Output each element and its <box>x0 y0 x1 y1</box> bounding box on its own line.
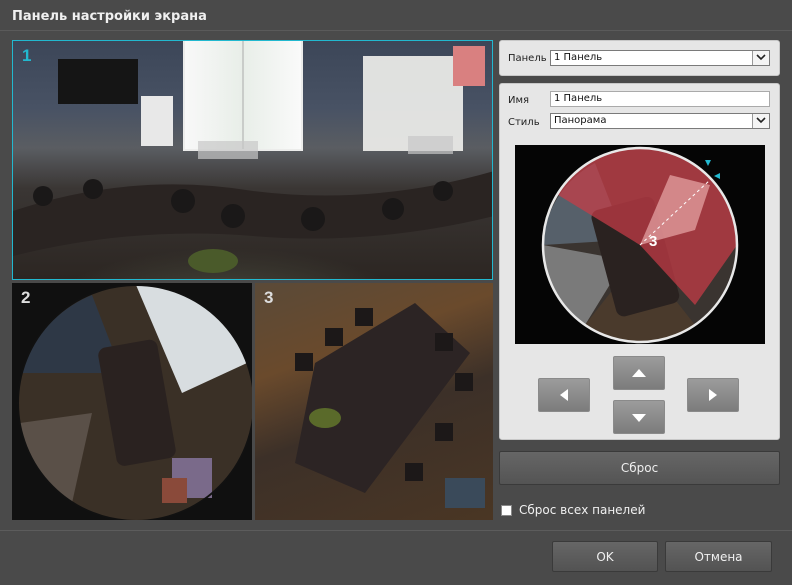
arrow-up-icon <box>632 368 646 377</box>
video-panel-2[interactable]: 2 <box>12 283 252 520</box>
panel-label: Панель <box>508 53 547 64</box>
panel-number-2: 2 <box>21 288 31 307</box>
panel-dropdown-value: 1 Панель <box>554 52 603 63</box>
panel-settings-group: Имя 1 Панель Стиль Панорама 3 <box>499 83 780 440</box>
pan-left-button[interactable] <box>538 378 590 412</box>
pan-down-button[interactable] <box>613 400 665 434</box>
pan-up-button[interactable] <box>613 356 665 390</box>
name-input-value: 1 Панель <box>554 93 603 104</box>
panel-select-group: Панель 1 Панель <box>499 40 780 76</box>
chevron-down-icon <box>752 114 769 128</box>
style-label: Стиль <box>508 117 540 128</box>
cancel-button[interactable]: Отмена <box>665 541 772 572</box>
style-dropdown[interactable]: Панорама <box>550 113 770 129</box>
panel-number-3: 3 <box>264 288 274 307</box>
preview-overlay-number: 3 <box>649 233 657 250</box>
title-divider <box>0 30 792 31</box>
pan-right-button[interactable] <box>687 378 739 412</box>
reset-all-label[interactable]: Сброс всех панелей <box>519 503 645 517</box>
reset-button[interactable]: Сброс <box>499 451 780 485</box>
arrow-down-icon <box>632 413 646 422</box>
fisheye-preview-image: 3 <box>541 146 739 344</box>
name-label: Имя <box>508 95 530 106</box>
video-panel-1[interactable]: 1 <box>12 40 493 280</box>
footer-divider <box>0 530 792 531</box>
chevron-down-icon <box>752 51 769 65</box>
panorama-image <box>13 41 492 273</box>
style-dropdown-value: Панорама <box>554 115 607 126</box>
panel-dropdown[interactable]: 1 Панель <box>550 50 770 66</box>
perspective-image <box>295 303 485 508</box>
arrow-right-icon <box>709 389 717 401</box>
ok-button[interactable]: OK <box>552 541 658 572</box>
fisheye-image <box>17 284 252 520</box>
video-panel-3[interactable]: 3 <box>255 283 493 520</box>
window-title: Панель настройки экрана <box>12 9 207 24</box>
arrow-left-icon <box>560 389 568 401</box>
panel-number-1: 1 <box>22 46 32 65</box>
reset-all-checkbox[interactable] <box>501 505 512 516</box>
fisheye-preview[interactable]: 3 <box>515 145 765 344</box>
name-input[interactable]: 1 Панель <box>550 91 770 107</box>
